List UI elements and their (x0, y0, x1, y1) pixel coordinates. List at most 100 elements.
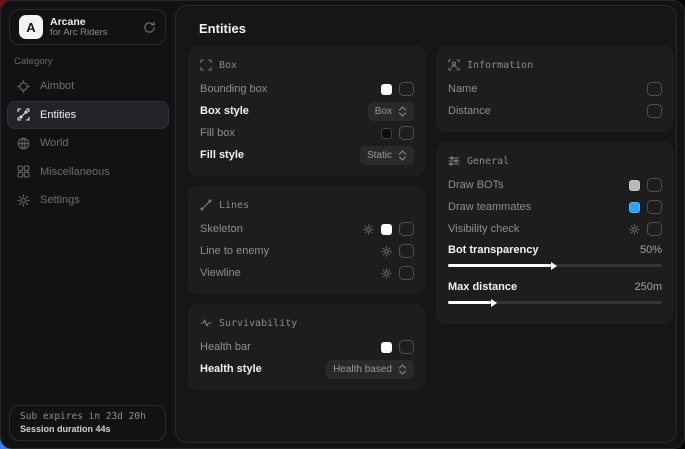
color-swatch[interactable] (381, 224, 392, 235)
general-card-header: General (448, 152, 662, 170)
row-draw-bots[interactable]: Draw BOTs (448, 174, 662, 196)
card-title: Lines (219, 200, 249, 211)
max-distance-value: 250m (634, 281, 662, 293)
sidebar-item-label: Settings (40, 194, 80, 206)
grid-icon (17, 165, 30, 178)
line-to-enemy-checkbox[interactable] (399, 244, 414, 258)
skeleton-settings-gear-icon[interactable] (363, 224, 374, 235)
visibility-check-checkbox[interactable] (647, 222, 662, 236)
row-visibility-check[interactable]: Visibility check (448, 218, 662, 240)
sidebar-item-label: Miscellaneous (40, 166, 110, 178)
fill-style-select[interactable]: Static (360, 146, 414, 165)
app-logo: A (19, 15, 43, 39)
health-bar-checkbox[interactable] (399, 340, 414, 354)
chevrons-up-down-icon (398, 150, 407, 161)
heartbeat-icon (200, 317, 212, 329)
page-title: Entities (199, 21, 246, 36)
sidebar-item-label: Aimbot (40, 80, 74, 92)
right-column: Information Name Distance (436, 46, 674, 334)
brand-card: A Arcane for Arc Riders (9, 9, 166, 45)
slider-group-max-distance: Max distance 250m (448, 277, 662, 304)
slider-thumb[interactable] (491, 299, 497, 307)
name-checkbox[interactable] (647, 82, 662, 96)
row-fill-style: Fill style Static (200, 144, 414, 166)
line-to-enemy-settings-gear-icon[interactable] (381, 246, 392, 257)
box-card: Box Bounding box Box style Box (188, 46, 426, 176)
row-name[interactable]: Name (448, 78, 662, 100)
max-distance-slider[interactable] (448, 301, 662, 304)
bot-transparency-slider[interactable] (448, 264, 662, 267)
survivability-card: Survivability Health bar Health style He… (188, 304, 426, 390)
sliders-icon (448, 155, 460, 167)
card-title: Information (467, 60, 533, 71)
slider-thumb[interactable] (551, 262, 557, 270)
color-swatch[interactable] (381, 128, 392, 139)
row-line-to-enemy[interactable]: Line to enemy (200, 240, 414, 262)
session-duration-text: Session duration 44s (20, 424, 155, 434)
category-label: Category (14, 56, 53, 67)
fill-box-checkbox[interactable] (399, 126, 414, 140)
row-bounding-box[interactable]: Bounding box (200, 78, 414, 100)
visibility-check-settings-gear-icon[interactable] (629, 224, 640, 235)
person-scan-icon (448, 59, 460, 71)
sidebar-item-settings[interactable]: Settings (7, 186, 169, 214)
bot-transparency-value: 50% (640, 244, 662, 256)
row-health-style: Health style Health based (200, 358, 414, 380)
refresh-icon[interactable] (143, 21, 156, 34)
sidebar-nav: Aimbot Entities World (7, 72, 169, 215)
left-column: Box Bounding box Box style Box (188, 46, 426, 400)
color-swatch[interactable] (629, 202, 640, 213)
health-style-select[interactable]: Health based (326, 360, 414, 379)
app-window: A Arcane for Arc Riders Category Aimbot (0, 0, 685, 449)
box-style-select[interactable]: Box (368, 102, 414, 121)
row-distance[interactable]: Distance (448, 100, 662, 122)
subscription-info-card: Sub expires in 23d 20h Session duration … (9, 405, 166, 441)
row-box-style: Box style Box (200, 100, 414, 122)
box-icon (200, 59, 212, 71)
skeleton-checkbox[interactable] (399, 222, 414, 236)
sidebar-item-miscellaneous[interactable]: Miscellaneous (7, 158, 169, 186)
viewline-settings-gear-icon[interactable] (381, 268, 392, 279)
color-swatch[interactable] (629, 180, 640, 191)
lines-card-header: Lines (200, 196, 414, 214)
row-draw-teammates[interactable]: Draw teammates (448, 196, 662, 218)
sidebar-item-aimbot[interactable]: Aimbot (7, 72, 169, 100)
general-card: General Draw BOTs Draw teammates (436, 142, 674, 324)
card-title: Survivability (219, 318, 297, 329)
row-skeleton[interactable]: Skeleton (200, 218, 414, 240)
card-title: Box (219, 60, 237, 71)
app-title: Arcane (50, 16, 108, 28)
row-health-bar[interactable]: Health bar (200, 336, 414, 358)
brand-text: Arcane for Arc Riders (50, 16, 108, 39)
chevrons-up-down-icon (398, 364, 407, 375)
lines-card: Lines Skeleton (188, 186, 426, 294)
crosshair-icon (17, 80, 30, 93)
row-viewline[interactable]: Viewline (200, 262, 414, 284)
sidebar-item-label: Entities (40, 109, 76, 121)
sidebar-item-world[interactable]: World (7, 129, 169, 157)
entities-icon (17, 108, 30, 121)
bounding-box-checkbox[interactable] (399, 82, 414, 96)
draw-bots-checkbox[interactable] (647, 178, 662, 192)
sub-expiry-text: Sub expires in 23d 20h (20, 411, 155, 422)
sidebar-item-label: World (40, 137, 69, 149)
row-fill-box[interactable]: Fill box (200, 122, 414, 144)
chevrons-up-down-icon (398, 106, 407, 117)
card-title: General (467, 156, 509, 167)
app-subtitle: for Arc Riders (50, 28, 108, 39)
sidebar-item-entities[interactable]: Entities (7, 101, 169, 129)
survivability-card-header: Survivability (200, 314, 414, 332)
draw-teammates-checkbox[interactable] (647, 200, 662, 214)
gear-icon (17, 194, 30, 207)
viewline-checkbox[interactable] (399, 266, 414, 280)
distance-checkbox[interactable] (647, 104, 662, 118)
main-panel: Entities Box Bounding box (175, 5, 677, 443)
color-swatch[interactable] (381, 342, 392, 353)
color-swatch[interactable] (381, 84, 392, 95)
slider-group-bot-transparency: Bot transparency 50% (448, 240, 662, 267)
information-card: Information Name Distance (436, 46, 674, 132)
globe-icon (17, 137, 30, 150)
sidebar: A Arcane for Arc Riders Category Aimbot (1, 1, 174, 448)
information-card-header: Information (448, 56, 662, 74)
box-card-header: Box (200, 56, 414, 74)
